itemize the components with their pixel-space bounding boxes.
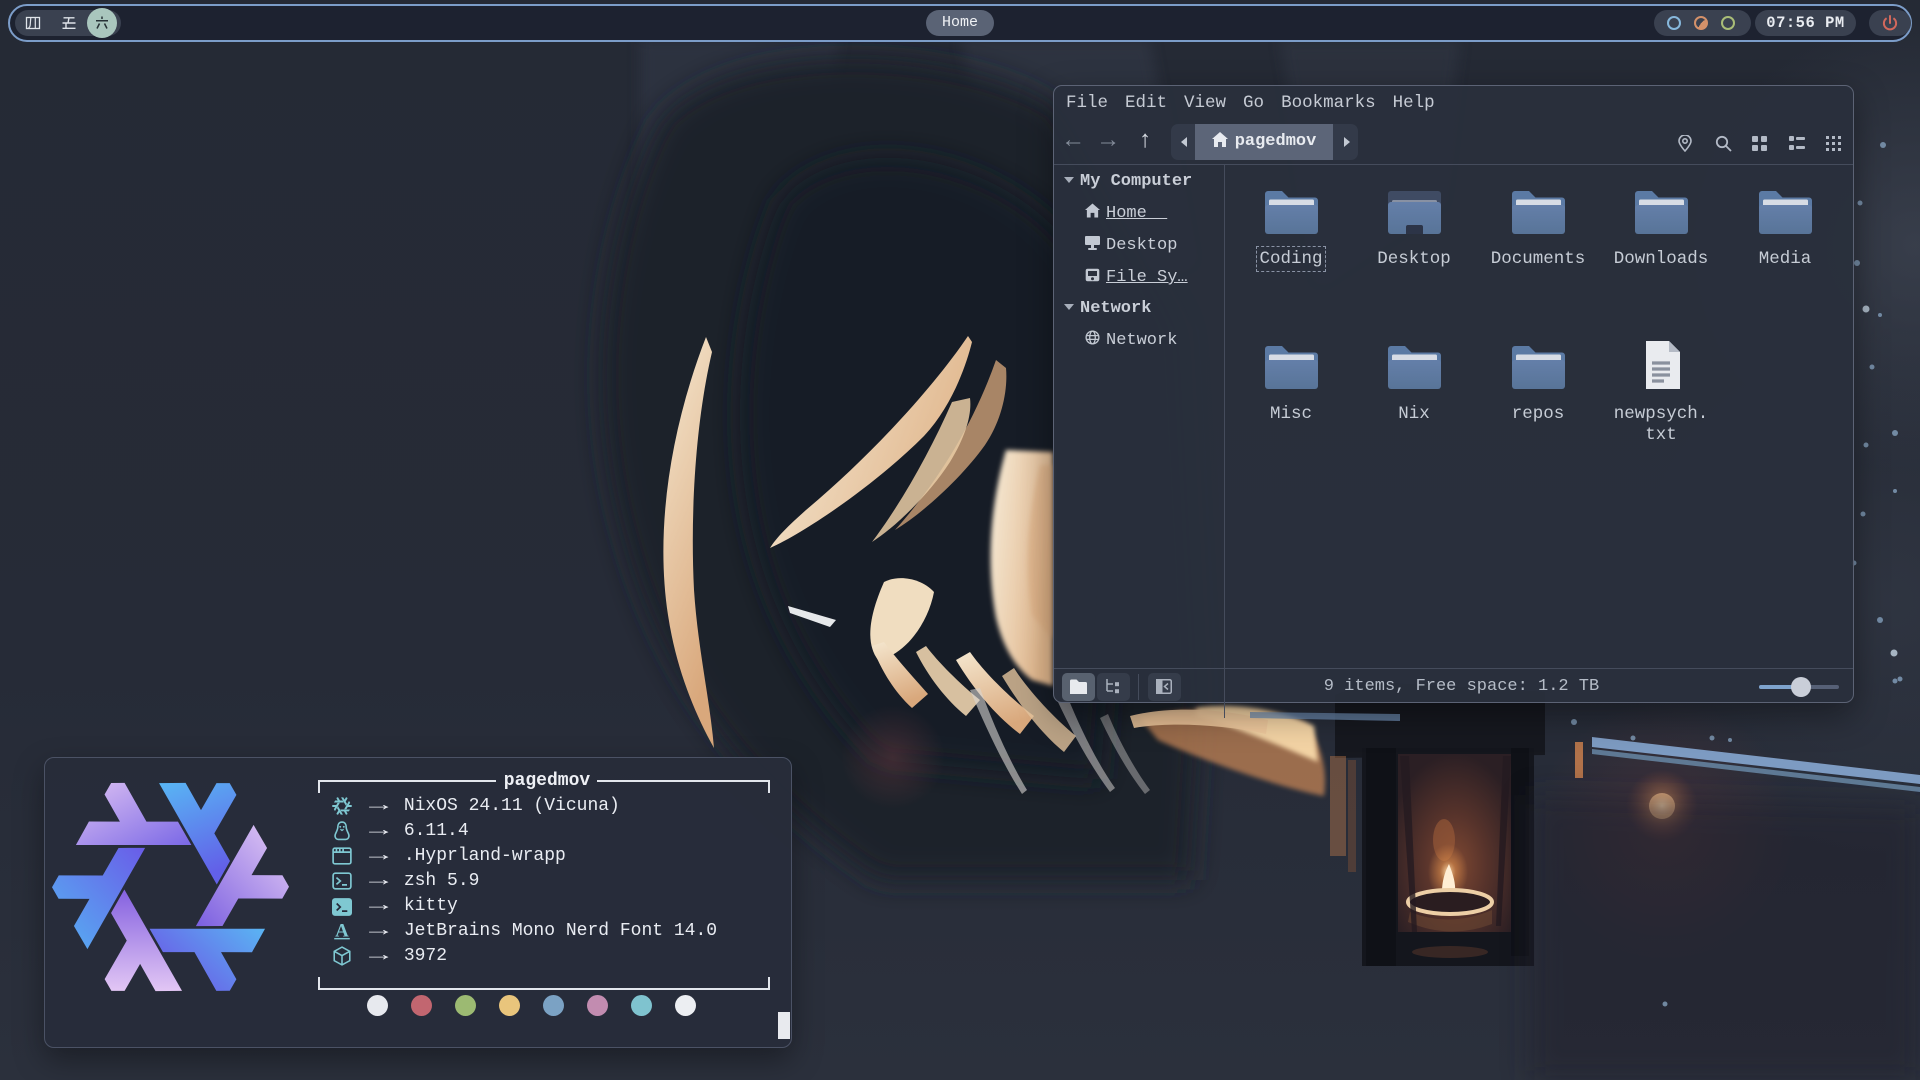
svg-text:A: A [335, 921, 349, 940]
